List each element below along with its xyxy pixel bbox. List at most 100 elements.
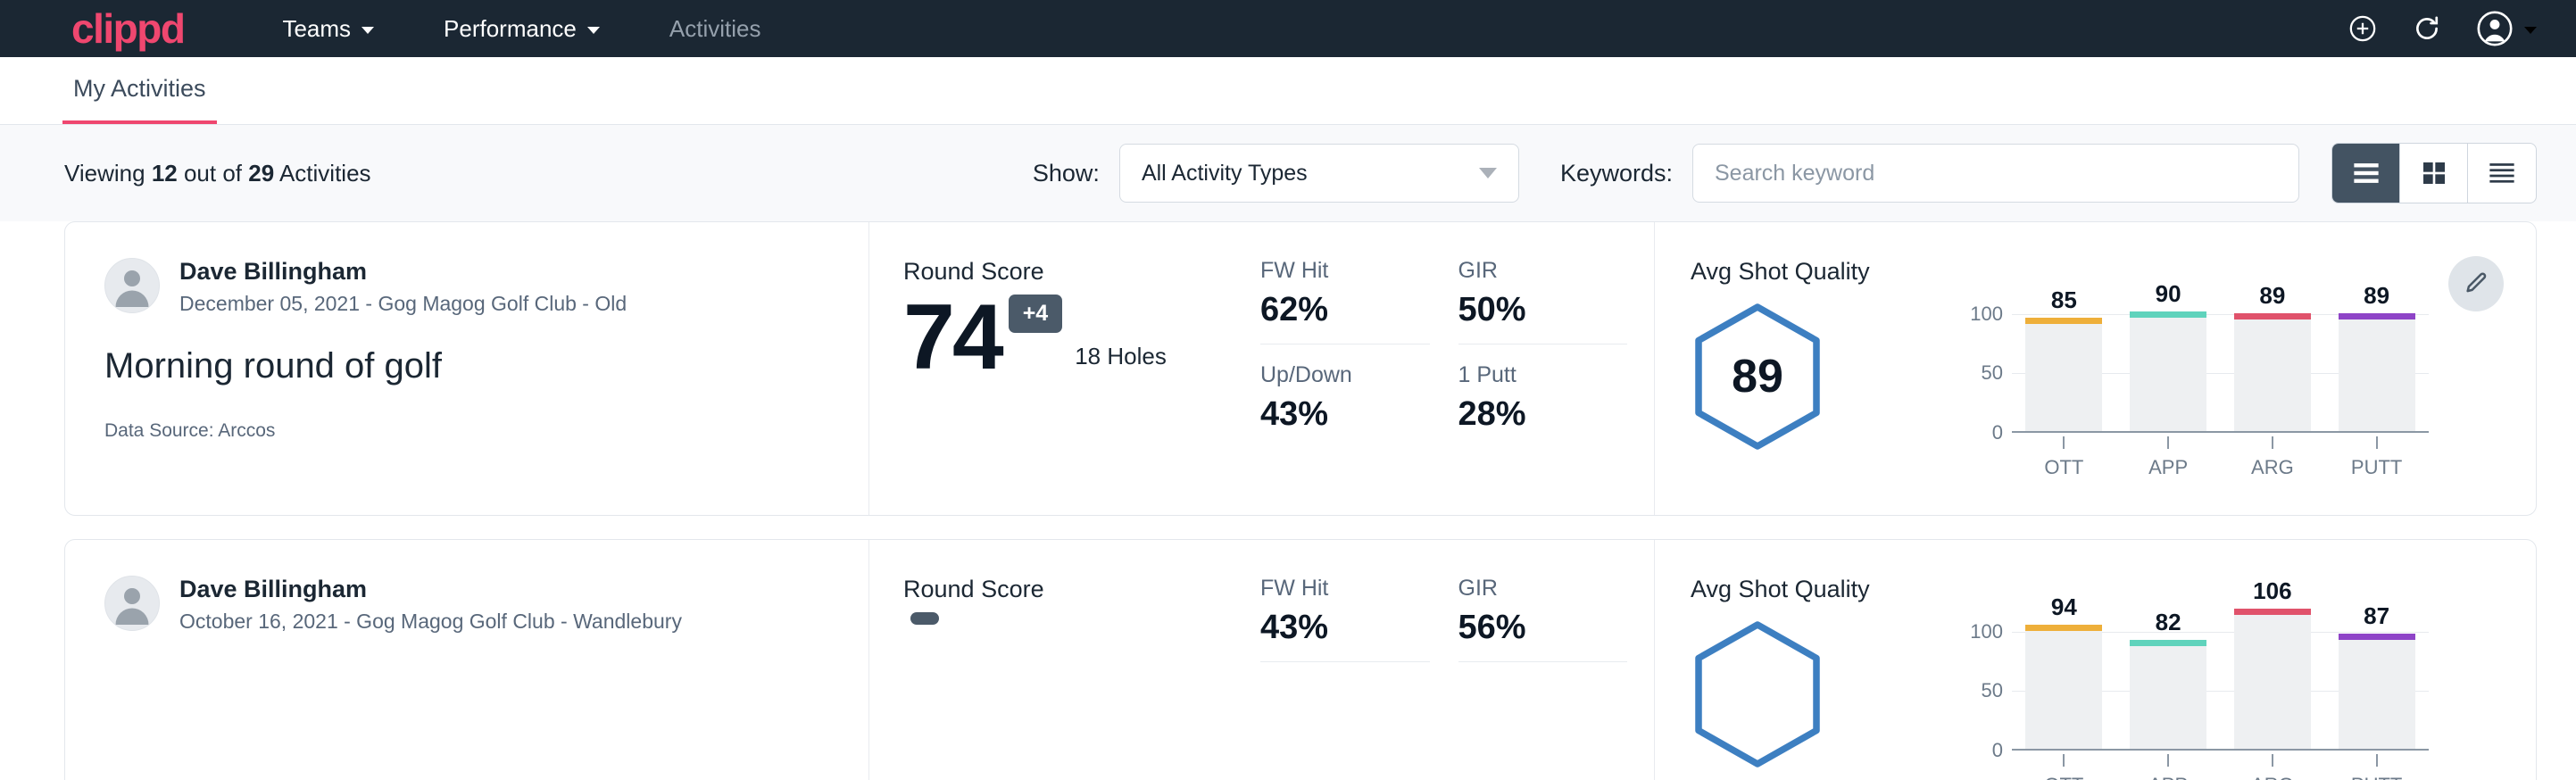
chart-bars-container: 85 90 89 89 xyxy=(2012,274,2429,433)
x-tick xyxy=(2063,754,2065,767)
shot-quality-chart: 100 50 0 85 xyxy=(1958,258,2536,515)
activity-user-name: Dave Billingham xyxy=(179,258,627,286)
round-score-label: Round Score xyxy=(903,258,1260,286)
nav-item-teams[interactable]: Teams xyxy=(282,15,374,43)
activity-user-row: Dave Billingham December 05, 2021 - Gog … xyxy=(104,258,829,316)
bar-column-arg: 106 xyxy=(2234,577,2311,749)
activities-toolbar: Viewing 12 out of 29 Activities Show: Al… xyxy=(0,125,2576,221)
avatar xyxy=(104,576,160,631)
list-icon xyxy=(2351,160,2381,187)
round-score-row xyxy=(903,612,1260,673)
search-input[interactable] xyxy=(1692,144,2299,203)
stat-label: GIR xyxy=(1458,258,1628,284)
bar-cap xyxy=(2339,634,2415,640)
avg-shot-quality-label: Avg Shot Quality xyxy=(1691,576,1958,603)
add-icon[interactable] xyxy=(2347,13,2378,44)
stat-label: Up/Down xyxy=(1260,362,1430,388)
account-menu[interactable] xyxy=(2476,10,2537,47)
y-tick: 0 xyxy=(1992,739,2003,762)
bar-cap xyxy=(2234,609,2311,615)
bar-cap xyxy=(2130,640,2206,646)
bar xyxy=(2130,640,2206,749)
chart-plot-area: 100 50 0 85 xyxy=(1958,274,2429,433)
chevron-down-icon xyxy=(2524,27,2537,34)
edit-activity-button[interactable] xyxy=(2448,256,2504,311)
compact-view-button[interactable] xyxy=(2468,144,2536,203)
round-stats-grid: FW Hit 43% GIR 56% xyxy=(1260,576,1627,780)
x-label-putt: PUTT xyxy=(2339,436,2415,479)
stat-gir: GIR 50% xyxy=(1458,258,1628,344)
viewing-count: 12 xyxy=(152,160,178,187)
x-tick xyxy=(2063,436,2065,449)
activity-user-name: Dave Billingham xyxy=(179,576,682,603)
x-tick xyxy=(2272,436,2273,449)
x-label-ott: OTT xyxy=(2025,436,2102,479)
pencil-icon xyxy=(2463,270,2489,297)
stat-value: 28% xyxy=(1458,395,1628,434)
y-tick: 0 xyxy=(1992,421,2003,444)
stat-value: 43% xyxy=(1260,395,1430,434)
bar-value: 82 xyxy=(2156,609,2181,636)
shot-quality-hexagon: 89 xyxy=(1691,302,1824,452)
viewing-suffix: Activities xyxy=(274,160,370,187)
activity-user-row: Dave Billingham October 16, 2021 - Gog M… xyxy=(104,576,829,634)
round-score-block: Round Score 74 +4 18 Holes xyxy=(903,258,1260,515)
activity-meta: December 05, 2021 - Gog Magog Golf Club … xyxy=(179,292,627,316)
chart-y-axis: 100 50 0 xyxy=(1958,592,2012,751)
bar-value: 106 xyxy=(2253,577,2291,605)
avg-shot-quality-block: Avg Shot Quality xyxy=(1691,576,1958,780)
score-differential-badge: +4 xyxy=(1009,295,1063,333)
bar-cap xyxy=(2025,625,2102,631)
avg-shot-quality-value: 89 xyxy=(1732,350,1783,403)
activity-shot-quality-column: Avg Shot Quality 100 50 0 xyxy=(1654,540,2536,780)
nav-item-activities[interactable]: Activities xyxy=(669,15,761,43)
score-differential-badge xyxy=(910,612,939,625)
view-mode-toggle xyxy=(2331,143,2537,203)
round-score-value: 74 xyxy=(903,295,1001,381)
viewing-mid: out of xyxy=(178,160,249,187)
clippd-logo[interactable]: clippd xyxy=(71,8,184,49)
x-label-app: APP xyxy=(2130,436,2206,479)
activity-type-select[interactable]: All Activity Types xyxy=(1119,144,1519,203)
stat-value: 50% xyxy=(1458,291,1628,329)
refresh-icon[interactable] xyxy=(2412,13,2442,44)
chart-plot-area: 100 50 0 94 xyxy=(1958,592,2429,751)
grid-view-button[interactable] xyxy=(2400,144,2468,203)
activity-card[interactable]: Dave Billingham December 05, 2021 - Gog … xyxy=(64,221,2537,516)
stat-label: FW Hit xyxy=(1260,576,1430,602)
x-tick xyxy=(2376,754,2378,767)
activity-info-column: Dave Billingham October 16, 2021 - Gog M… xyxy=(65,540,868,780)
viewing-prefix: Viewing xyxy=(64,160,152,187)
chart-bars: 85 90 89 89 xyxy=(2012,274,2429,431)
holes-played: 18 Holes xyxy=(1075,343,1167,370)
y-tick: 50 xyxy=(1982,679,2003,702)
activity-card[interactable]: Dave Billingham October 16, 2021 - Gog M… xyxy=(64,539,2537,780)
x-label-arg: ARG xyxy=(2234,754,2311,780)
bar-value: 87 xyxy=(2364,602,2389,630)
shot-quality-chart: 100 50 0 94 xyxy=(1958,576,2536,780)
tab-my-activities[interactable]: My Activities xyxy=(62,75,217,124)
activity-score-column: Round Score 74 +4 18 Holes FW Hit 62% GI… xyxy=(868,222,1654,515)
x-tick xyxy=(2167,436,2169,449)
stat-gir: GIR 56% xyxy=(1458,576,1628,662)
hexagon-icon xyxy=(1691,619,1824,769)
bar-column-putt: 89 xyxy=(2339,282,2415,431)
activity-shot-quality-column: Avg Shot Quality 89 100 50 0 xyxy=(1654,222,2536,515)
activity-meta: October 16, 2021 - Gog Magog Golf Club -… xyxy=(179,610,682,634)
bar xyxy=(2025,625,2102,749)
stat-fw-hit: FW Hit 43% xyxy=(1260,576,1430,662)
bar-column-app: 82 xyxy=(2130,609,2206,749)
list-view-button[interactable] xyxy=(2332,144,2400,203)
nav-item-teams-label: Teams xyxy=(282,15,351,43)
compact-list-icon xyxy=(2487,160,2517,187)
chevron-down-icon xyxy=(361,27,374,34)
x-tick xyxy=(2272,754,2273,767)
nav-item-performance[interactable]: Performance xyxy=(444,15,600,43)
person-icon xyxy=(105,258,159,312)
x-tick xyxy=(2167,754,2169,767)
bar-column-putt: 87 xyxy=(2339,602,2415,749)
round-score-block: Round Score xyxy=(903,576,1260,780)
bar-column-app: 90 xyxy=(2130,280,2206,431)
y-tick: 100 xyxy=(1970,303,2003,326)
toolbar-controls: Show: All Activity Types Keywords: xyxy=(1033,143,2537,203)
